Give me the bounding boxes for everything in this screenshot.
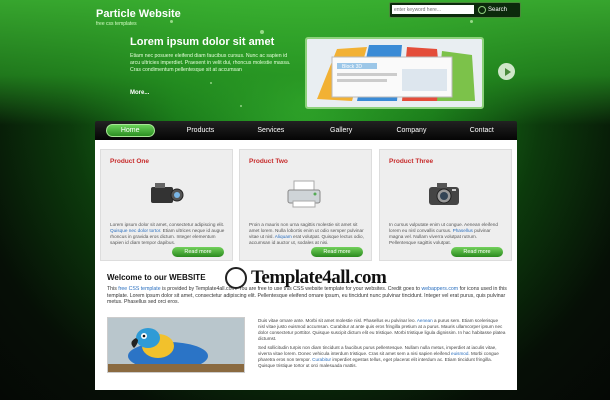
search-button-label: Search [488, 6, 508, 13]
printer-icon [287, 180, 321, 208]
sparkle [260, 30, 264, 34]
block-3d-label: Block 3D [342, 64, 362, 70]
nav-label-gallery: Gallery [330, 127, 353, 134]
product-tiles: Product One Lorem ipsum dolor sit amet, … [100, 149, 512, 261]
search-input[interactable] [392, 5, 474, 14]
hero-more-link[interactable]: More... [130, 90, 149, 96]
nav-item-products[interactable]: Products [165, 121, 235, 140]
product-title[interactable]: Product Two [249, 158, 288, 165]
hero-title: Lorem ipsum dolor sit amet [130, 36, 275, 48]
nav-item-home[interactable]: Home [95, 121, 165, 140]
search-button[interactable]: Search [478, 4, 507, 15]
product-description: Proin a mauris non urna sagittis molesti… [249, 222, 364, 245]
sparkle [240, 105, 242, 107]
watermark-logo-icon [225, 267, 247, 289]
watermark: Template4all.com [225, 265, 415, 291]
nav-label-company: Company [396, 127, 427, 134]
product-title[interactable]: Product One [110, 158, 149, 165]
search-icon [478, 5, 486, 14]
nav-label-services: Services [257, 127, 285, 134]
parrot-image [107, 317, 245, 373]
bottom-text: Duis vitae ornare ante. Morbi sit amet m… [258, 318, 506, 368]
block-3d-image: Block 3D [307, 39, 482, 107]
hero-image: Block 3D [305, 37, 484, 109]
product-description: In cursus vulputate enim ut congue. Aene… [389, 222, 498, 245]
product-title[interactable]: Product Three [389, 158, 433, 165]
webappers-link[interactable]: webappers.com [422, 286, 459, 292]
nav-label-home: Home [105, 124, 155, 137]
css-template-link[interactable]: free CSS template [118, 286, 160, 292]
product-tile: Product Three In cursus vulputate enim u… [379, 149, 512, 261]
read-more-button[interactable]: Read more [172, 247, 224, 257]
read-more-button[interactable]: Read more [311, 247, 363, 257]
content-area: Product One Lorem ipsum dolor sit amet, … [95, 140, 517, 390]
camera-icon [429, 183, 459, 205]
main-nav: Home Products Services Gallery Company C… [95, 121, 517, 140]
nav-label-products: Products [186, 127, 215, 134]
site-title[interactable]: Particle Website [96, 8, 181, 20]
nav-item-services[interactable]: Services [236, 121, 306, 140]
welcome-heading: Welcome to our WEBSITE [107, 273, 206, 282]
read-more-button[interactable]: Read more [451, 247, 503, 257]
sparkle [170, 20, 173, 23]
hero-text: Etiam nec posuere eleifend diam faucibus… [130, 53, 291, 73]
slider-next-button[interactable] [498, 63, 515, 80]
watermark-text: Template4all.com [251, 267, 387, 288]
sparkle [470, 20, 473, 23]
nav-item-gallery[interactable]: Gallery [306, 121, 376, 140]
play-arrow-icon [504, 67, 511, 76]
nav-item-contact[interactable]: Contact [447, 121, 517, 140]
nav-label-contact: Contact [469, 127, 494, 134]
product-tile: Product One Lorem ipsum dolor sit amet, … [100, 149, 233, 261]
nav-item-company[interactable]: Company [376, 121, 446, 140]
site-subtitle: free css templates [96, 21, 137, 27]
sparkle [210, 82, 212, 84]
search-bar: Search [389, 2, 521, 18]
video-camera-icon [151, 183, 184, 203]
product-description: Lorem ipsum dolor sit amet, consectetur … [110, 222, 225, 245]
product-tile: Product Two Proin a mauris non urna sagi… [239, 149, 372, 261]
